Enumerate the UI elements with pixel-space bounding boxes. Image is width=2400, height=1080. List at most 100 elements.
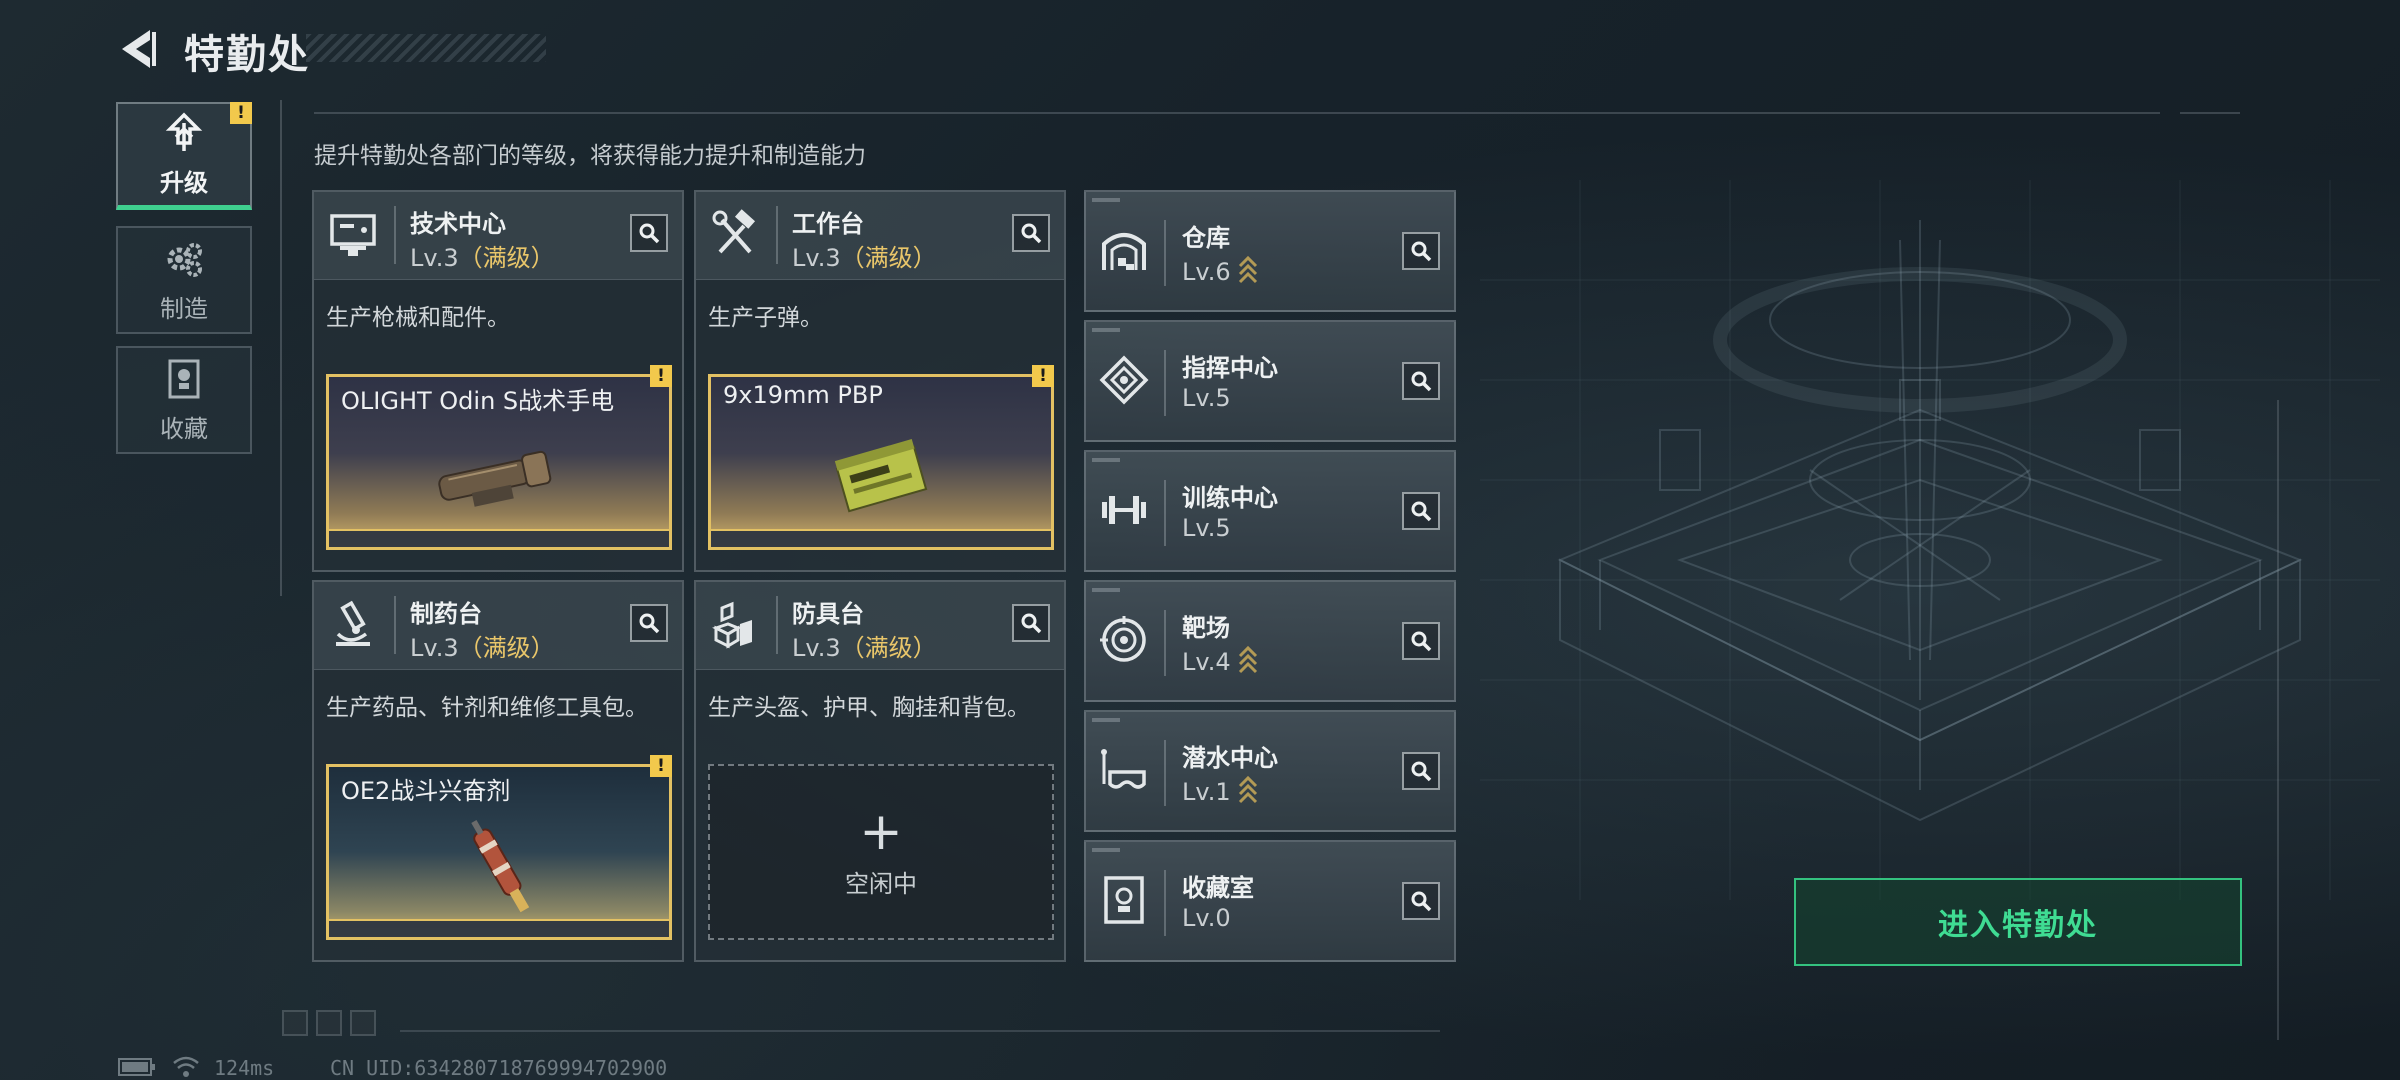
wifi-icon xyxy=(173,1056,199,1077)
corner-mark xyxy=(1092,328,1120,332)
target-icon xyxy=(1100,616,1146,662)
facility-warehouse[interactable]: 仓库 Lv.6 xyxy=(1084,190,1456,312)
level-value: Lv.6 xyxy=(1182,258,1231,286)
alert-badge: ! xyxy=(650,365,672,387)
magnifier-icon xyxy=(1411,371,1432,392)
details-button[interactable] xyxy=(1402,752,1440,790)
card-pharmacy[interactable]: 制药台 Lv.3（满级） 生产药品、针剂和维修工具包。 OE2战斗兴奋剂 ! xyxy=(312,580,684,962)
microscope-icon xyxy=(336,600,370,646)
separator xyxy=(1164,740,1166,806)
details-button[interactable] xyxy=(1402,362,1440,400)
corner-mark xyxy=(1092,458,1120,462)
production-slot[interactable]: OE2战斗兴奋剂 ! xyxy=(326,755,672,940)
magnifier-icon xyxy=(1021,613,1042,634)
details-button[interactable] xyxy=(1402,622,1440,660)
separator xyxy=(1164,610,1166,676)
facility-level: Lv.5 xyxy=(1182,514,1231,542)
product-name: OE2战斗兴奋剂 xyxy=(341,777,511,805)
title-decoration xyxy=(306,34,546,62)
card-level: Lv.3（满级） xyxy=(792,238,937,273)
card-description: 生产枪械和配件。 xyxy=(326,305,510,331)
tab-collection[interactable]: 收藏 xyxy=(116,346,252,454)
alert-badge: ! xyxy=(650,755,672,777)
details-button[interactable] xyxy=(630,214,668,252)
max-level-tag: （满级） xyxy=(840,634,937,662)
details-button[interactable] xyxy=(630,604,668,642)
decor-square xyxy=(316,1010,342,1036)
section-subtitle: 提升特勤处各部门的等级，将获得能力提升和制造能力 xyxy=(314,143,866,169)
facility-training-center[interactable]: 训练中心 Lv.5 xyxy=(1084,450,1456,572)
facility-dive-center[interactable]: 潜水中心 Lv.1 xyxy=(1084,710,1456,832)
gears-icon xyxy=(167,242,202,277)
progress-bar xyxy=(329,919,669,937)
decor-line xyxy=(400,1030,1440,1032)
production-slot[interactable]: 9x19mm PBP ! xyxy=(708,365,1054,550)
facility-level: Lv.5 xyxy=(1182,384,1231,412)
level-value: Lv.0 xyxy=(1182,904,1231,932)
alert-badge: ! xyxy=(1032,365,1054,387)
details-button[interactable] xyxy=(1402,882,1440,920)
max-level-tag: （满级） xyxy=(458,634,555,662)
facility-level: Lv.0 xyxy=(1182,904,1231,932)
dive-mask-icon xyxy=(1101,749,1146,789)
card-header: 技术中心 Lv.3（满级） xyxy=(314,192,682,280)
facility-name: 仓库 xyxy=(1182,224,1230,252)
card-header: 工作台 Lv.3（满级） xyxy=(696,192,1064,280)
divider xyxy=(314,112,2160,114)
card-title: 技术中心 xyxy=(410,210,506,238)
dumbbell-icon xyxy=(1102,496,1146,524)
corner-mark xyxy=(1092,588,1120,592)
separator xyxy=(776,206,778,264)
separator xyxy=(1164,220,1166,286)
command-icon xyxy=(1099,355,1149,405)
trophy-icon xyxy=(168,359,200,398)
enter-button-label: 进入特勤处 xyxy=(1938,908,2098,943)
level-value: Lv.3 xyxy=(792,244,841,272)
card-level: Lv.3（满级） xyxy=(792,628,937,663)
level-value: Lv.3 xyxy=(410,634,459,662)
separator xyxy=(1164,480,1166,546)
frame-line-right xyxy=(2277,400,2279,1040)
details-button[interactable] xyxy=(1012,604,1050,642)
level-value: Lv.4 xyxy=(1182,648,1231,676)
flashlight-icon xyxy=(438,450,552,507)
facility-shooting-range[interactable]: 靶场 Lv.4 xyxy=(1084,580,1456,702)
progress-bar xyxy=(711,529,1051,547)
production-slot[interactable]: OLIGHT Odin S战术手电 ! xyxy=(326,365,672,550)
plus-icon: + xyxy=(859,801,903,862)
card-workbench[interactable]: 工作台 Lv.3（满级） 生产子弹。 9x19mm PBP ! xyxy=(694,190,1066,572)
separator xyxy=(394,596,396,654)
magnifier-icon xyxy=(1411,631,1432,652)
facility-collection-room[interactable]: 收藏室 Lv.0 xyxy=(1084,840,1456,962)
separator xyxy=(776,596,778,654)
card-description: 生产头盔、护甲、胸挂和背包。 xyxy=(708,695,1030,721)
card-tech-center[interactable]: 技术中心 Lv.3（满级） 生产枪械和配件。 OLIGHT Odin S战术手电… xyxy=(312,190,684,572)
card-description: 生产子弹。 xyxy=(708,305,823,331)
tab-manufacture[interactable]: 制造 xyxy=(116,226,252,334)
idle-production-slot[interactable]: + 空闲中 xyxy=(708,764,1054,940)
back-button[interactable] xyxy=(112,24,162,74)
separator xyxy=(1164,350,1166,416)
details-button[interactable] xyxy=(1402,492,1440,530)
details-button[interactable] xyxy=(1402,232,1440,270)
facility-command-center[interactable]: 指挥中心 Lv.5 xyxy=(1084,320,1456,442)
card-description: 生产药品、针剂和维修工具包。 xyxy=(326,695,648,721)
facility-level: Lv.4 xyxy=(1182,644,1259,676)
tab-upgrade[interactable]: 升级 ! xyxy=(116,102,252,210)
facility-level: Lv.6 xyxy=(1182,254,1259,286)
decor-square xyxy=(282,1010,308,1036)
facility-name: 收藏室 xyxy=(1182,874,1254,902)
magnifier-icon xyxy=(1411,501,1432,522)
decor-square xyxy=(350,1010,376,1036)
enter-special-ops-button[interactable]: 进入特勤处 xyxy=(1794,878,2242,966)
upgrade-available-icon xyxy=(1238,775,1257,804)
max-level-tag: （满级） xyxy=(458,244,555,272)
alert-badge: ! xyxy=(230,102,252,124)
details-button[interactable] xyxy=(1012,214,1050,252)
ammo-box-icon xyxy=(834,439,928,513)
upgrade-icon xyxy=(165,112,203,151)
divider xyxy=(2180,112,2240,114)
ping-readout: 124ms xyxy=(214,1056,275,1080)
card-armor-bench[interactable]: 防具台 Lv.3（满级） 生产头盔、护甲、胸挂和背包。 + 空闲中 xyxy=(694,580,1066,962)
stim-injector-icon xyxy=(471,819,530,913)
